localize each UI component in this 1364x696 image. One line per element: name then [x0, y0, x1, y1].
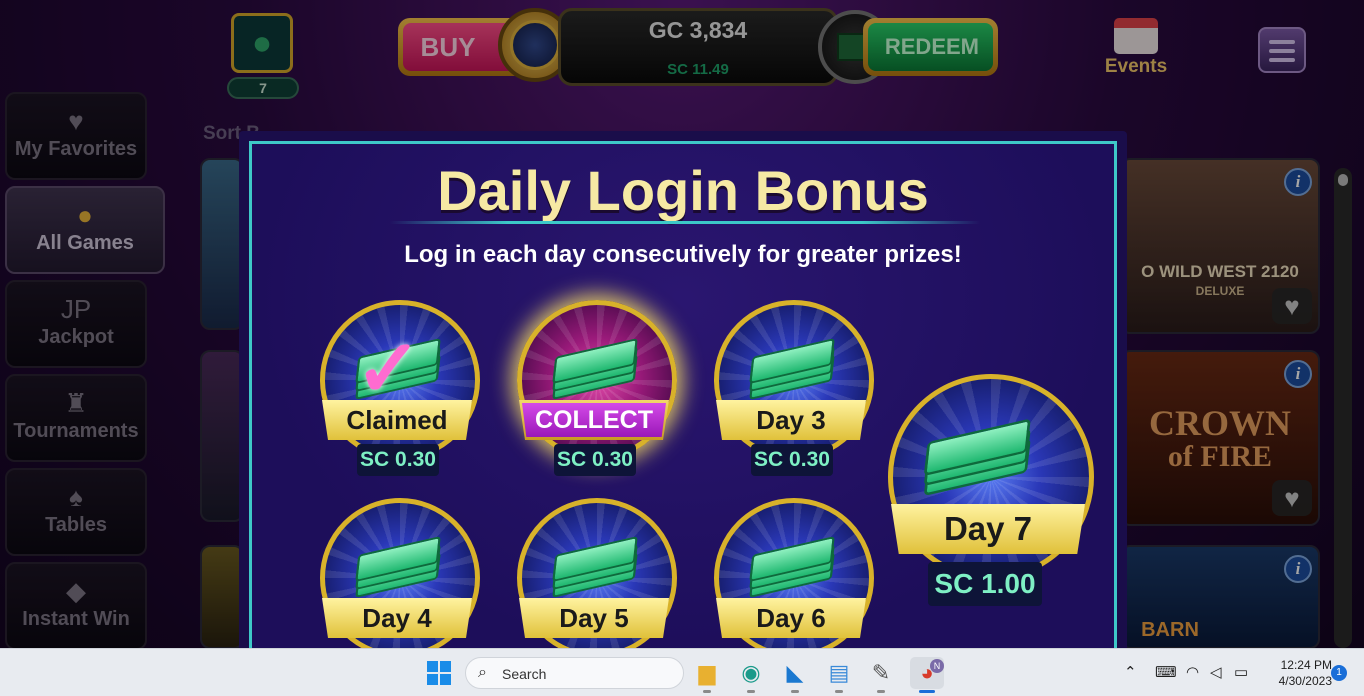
snipping-tool-icon[interactable]: ✎ — [864, 657, 898, 693]
day-tile-7: Day 7 SC 1.00 — [888, 374, 1094, 614]
divider — [390, 221, 980, 224]
search-placeholder: Search — [502, 666, 547, 682]
cash-stack-icon — [355, 535, 443, 599]
keyboard-icon[interactable]: ⌨ — [1155, 649, 1177, 696]
day-label: Day 4 — [322, 598, 472, 638]
cash-stack-icon — [749, 337, 837, 401]
cash-stack-icon — [749, 535, 837, 599]
checkmark-icon: ✓ — [355, 324, 423, 413]
cash-stack-icon — [552, 535, 640, 599]
chevron-up-icon[interactable]: ⌃ — [1124, 649, 1137, 696]
vscode-icon[interactable]: ◣ — [778, 657, 812, 693]
daily-login-bonus-modal: Daily Login Bonus Log in each day consec… — [239, 131, 1127, 661]
modal-content: Daily Login Bonus Log in each day consec… — [249, 141, 1117, 661]
modal-title: Daily Login Bonus — [437, 159, 929, 222]
day-prize: SC 1.00 — [928, 562, 1042, 606]
chrome-browser-icon[interactable]: ◕ N — [910, 657, 944, 693]
windows-taskbar: ⌕ Search ▆ ◉ ◣ ▤ ✎ ◕ N ⌃ ⌨ ◠ ◁ ▭ 12:24 PM… — [0, 648, 1364, 696]
modal-subtitle: Log in each day consecutively for greate… — [404, 241, 962, 268]
collect-button[interactable]: COLLECT — [519, 400, 669, 440]
system-clock[interactable]: 12:24 PM 4/30/2023 — [1262, 657, 1332, 689]
day-prize: SC 0.30 — [751, 444, 833, 476]
day-prize: SC 0.30 — [554, 444, 636, 476]
collect-button-label: COLLECT — [522, 403, 666, 437]
chrome-profile-badge: N — [930, 659, 944, 673]
battery-icon[interactable]: ▭ — [1234, 649, 1248, 696]
file-explorer-icon[interactable]: ▆ — [690, 657, 724, 693]
notification-badge[interactable]: 1 — [1331, 665, 1347, 681]
day-label: Day 6 — [716, 598, 866, 638]
volume-icon[interactable]: ◁ — [1210, 649, 1222, 696]
windows-start-icon[interactable] — [427, 661, 451, 685]
day-tile-collect[interactable]: COLLECT SC 0.30 — [517, 300, 677, 480]
taskbar-search-input[interactable]: ⌕ Search — [465, 657, 684, 689]
day-label: Day 3 — [716, 400, 866, 440]
cash-stack-icon — [923, 418, 1034, 497]
notepad-icon[interactable]: ▤ — [822, 657, 856, 693]
day-label: Claimed — [322, 400, 472, 440]
edge-browser-icon[interactable]: ◉ — [734, 657, 768, 693]
day-label: Day 7 — [891, 504, 1085, 554]
day-tile-claimed: ✓ Claimed SC 0.30 — [320, 300, 480, 480]
day-prize: SC 0.30 — [357, 444, 439, 476]
day-tile-3: Day 3 SC 0.30 — [714, 300, 874, 480]
clock-date: 4/30/2023 — [1278, 674, 1332, 688]
day-label: Day 5 — [519, 598, 669, 638]
search-icon: ⌕ — [478, 664, 487, 681]
wifi-icon[interactable]: ◠ — [1186, 649, 1199, 696]
clock-time: 12:24 PM — [1280, 658, 1332, 672]
game-screen: ● 7 BUY GC 3,834 SC 11.49 REDEEM Events … — [0, 0, 1364, 696]
cash-stack-icon — [552, 337, 640, 401]
